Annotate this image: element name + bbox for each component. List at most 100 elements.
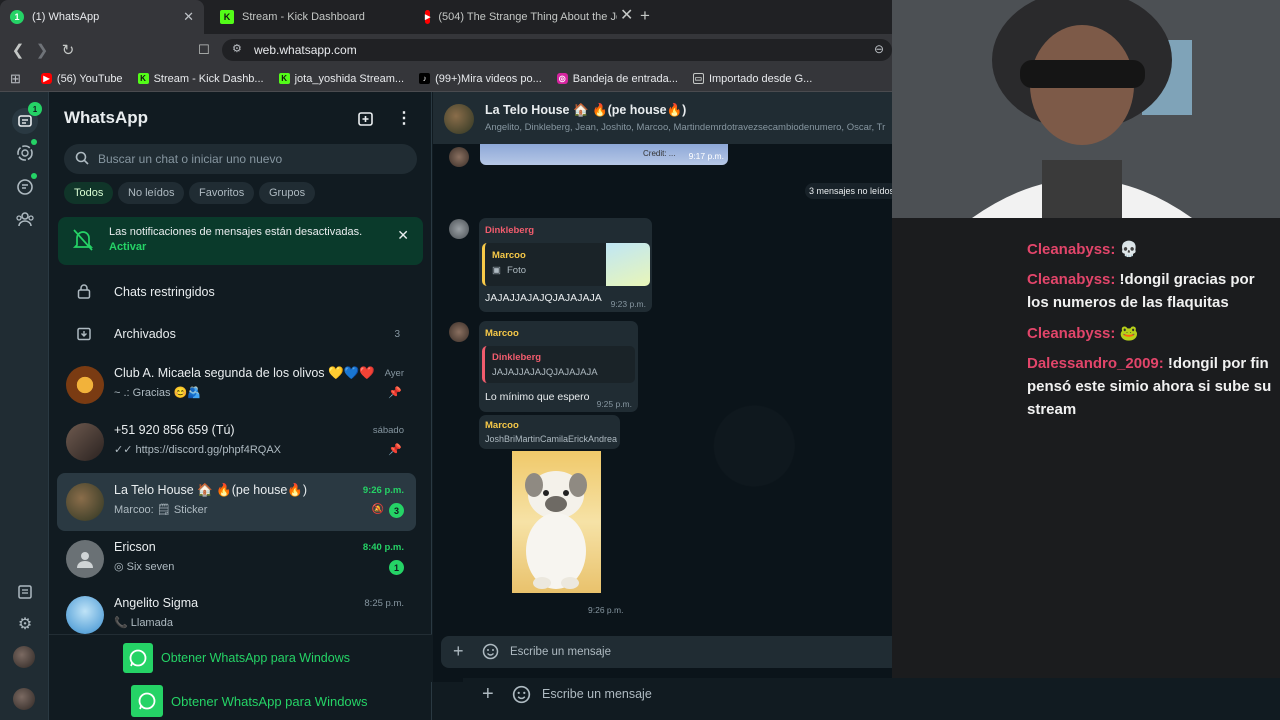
message-composer-duplicate[interactable]: + Escribe un mensaje	[463, 678, 1280, 712]
webcam-feed	[892, 0, 1280, 218]
emoji-icon[interactable]	[512, 685, 531, 709]
attach-plus-icon[interactable]: +	[482, 684, 494, 704]
conversation-header[interactable]: La Telo House 🏠 🔥(pe house🔥) Angelito, D…	[433, 92, 892, 144]
tab-title: (1) WhatsApp	[32, 11, 100, 23]
bookmark-item[interactable]: K Stream - Kick Dashb...	[137, 72, 264, 85]
close-icon[interactable]: ✕	[397, 227, 409, 244]
unread-count-badge: 1	[28, 102, 42, 116]
zoom-icon[interactable]: ⊖	[874, 42, 884, 56]
quoted-text: Foto	[507, 265, 527, 276]
bookmark-item[interactable]: ▭ Importado desde G...	[692, 72, 813, 85]
message-time: 9:25 p.m.	[596, 399, 632, 409]
filter-favorites[interactable]: Favoritos	[189, 182, 255, 204]
tab-youtube-video[interactable]: ▶ (504) The Strange Thing About the Jo	[415, 0, 617, 34]
chat-time: Ayer	[384, 368, 404, 379]
group-avatar[interactable]	[444, 104, 474, 134]
chat-row-club[interactable]: Club A. Micaela segunda de los olivos 💛💙…	[57, 356, 416, 414]
message-time: 9:26 p.m.	[588, 605, 624, 615]
chat-name: Angelito Sigma	[114, 596, 199, 610]
emoji-icon[interactable]	[482, 643, 499, 665]
url-bar[interactable]: ⚙ web.whatsapp.com ⊖	[222, 39, 892, 61]
sticker-image[interactable]	[512, 451, 601, 593]
new-chat-icon[interactable]	[357, 110, 375, 128]
filter-all[interactable]: Todos	[64, 182, 114, 204]
bookmark-icon[interactable]: ☐	[194, 40, 214, 60]
search-placeholder: Buscar un chat o iniciar uno nuevo	[98, 152, 283, 166]
group-title: La Telo House 🏠 🔥(pe house🔥)	[485, 103, 687, 117]
reload-icon[interactable]: ↻	[58, 40, 78, 60]
chat-row-ericson[interactable]: Ericson ◎ Six seven 8:40 p.m. 1	[57, 530, 416, 588]
message-bubble[interactable]: Dinkleberg Marcoo ▣ Foto JAJAJJAJAJQJAJA…	[479, 218, 652, 312]
forward-icon[interactable]: ❯	[32, 40, 52, 60]
close-tab-icon[interactable]: ✕	[183, 9, 194, 25]
enable-notifications-link[interactable]: Activar	[109, 241, 146, 253]
bookmark-item[interactable]: ♪ (99+)Mira videos po...	[419, 73, 542, 85]
close-tab-icon[interactable]: ✕	[620, 8, 634, 24]
attach-plus-icon[interactable]: +	[453, 642, 464, 660]
stream-chat-message: Cleanabyss: 💀	[1027, 238, 1277, 261]
bookmark-item[interactable]: ▶ (56) YouTube	[40, 73, 123, 85]
new-tab-icon[interactable]: +	[640, 7, 656, 25]
url-text: web.whatsapp.com	[254, 43, 357, 57]
status-dot	[31, 139, 37, 145]
get-app-link[interactable]: Obtener WhatsApp para Windows	[123, 643, 350, 673]
sender-avatar	[449, 322, 469, 342]
filter-unread[interactable]: No leídos	[118, 182, 185, 204]
chat-row-angelito[interactable]: Angelito Sigma 📞 Llamada 8:25 p.m.	[57, 586, 416, 634]
quoted-message[interactable]: Dinkleberg JAJAJJAJAJQJAJAJAJA	[482, 346, 635, 383]
photo-icon: ▣	[492, 265, 501, 276]
quoted-message[interactable]: Marcoo ▣ Foto	[482, 243, 650, 286]
bookmark-label: Importado desde G...	[708, 72, 813, 85]
image-message[interactable]: Credit: ... 9:17 p.m.	[480, 144, 728, 165]
bookmark-item[interactable]: ◎ Bandeja de entrada...	[556, 73, 678, 85]
chat-row-self[interactable]: +51 920 856 659 (Tú) ✓✓ https://discord.…	[57, 413, 416, 471]
group-members: Angelito, Dinkleberg, Jean, Joshito, Mar…	[485, 122, 886, 133]
get-app-text: Obtener WhatsApp para Windows	[161, 651, 350, 665]
muted-icon: 🔕	[371, 504, 384, 515]
unread-badge: 1	[389, 560, 404, 575]
site-info-icon[interactable]: ⚙	[232, 42, 242, 55]
get-app-link-duplicate[interactable]: Obtener WhatsApp para Windows	[131, 685, 368, 717]
whatsapp-logo-icon	[123, 643, 153, 673]
tab-title: Stream - Kick Dashboard	[242, 11, 365, 23]
lock-icon	[77, 283, 91, 304]
message-text: JoshBriMartinCamilaErickAndrea	[485, 434, 618, 444]
settings-gear-icon[interactable]: ⚙	[13, 612, 37, 636]
chat-preview: 📞 Llamada	[114, 617, 173, 629]
profile-avatar[interactable]	[13, 688, 35, 710]
kick-icon: K	[278, 73, 290, 84]
bookmark-label: Stream - Kick Dashb...	[153, 72, 264, 85]
archive-icon	[77, 327, 91, 346]
media-icon[interactable]	[13, 580, 37, 604]
chat-time: sábado	[372, 425, 404, 436]
message-text: Lo mínimo que espero	[485, 391, 590, 403]
tab-whatsapp[interactable]: 1 (1) WhatsApp ✕	[0, 0, 204, 34]
chat-name: Ericson	[114, 540, 156, 554]
search-input[interactable]: Buscar un chat o iniciar uno nuevo	[64, 144, 417, 174]
message-bubble[interactable]: Marcoo Dinkleberg JAJAJJAJAJQJAJAJAJA Lo…	[479, 321, 638, 412]
pin-icon: 📌	[388, 444, 402, 456]
archived-row[interactable]: Archivados 3	[57, 319, 416, 351]
restricted-chats-row[interactable]: Chats restringidos	[57, 276, 416, 308]
profile-avatar[interactable]	[13, 646, 35, 668]
chat-time: 8:40 p.m.	[362, 542, 404, 553]
bookmark-item[interactable]: Kjota_yoshida Stream...	[278, 73, 404, 85]
archived-count: 3	[394, 329, 400, 340]
chat-username: Dalessandro_2009:	[1027, 355, 1164, 372]
chat-row-telo-house[interactable]: La Telo House 🏠 🔥(pe house🔥) Marcoo: 🗒 S…	[57, 473, 416, 531]
message-bubble[interactable]: Marcoo JoshBriMartinCamilaErickAndrea	[479, 415, 620, 449]
whatsapp-logo-icon	[131, 685, 163, 717]
get-app-text: Obtener WhatsApp para Windows	[171, 693, 368, 709]
quoted-sender: Marcoo	[492, 250, 526, 261]
apps-grid-icon[interactable]: ⊞	[10, 71, 21, 87]
default-avatar-icon	[66, 540, 104, 578]
message-time: 9:17 p.m.	[688, 151, 724, 161]
back-icon[interactable]: ❮	[8, 40, 28, 60]
message-sender: Marcoo	[485, 420, 519, 431]
tab-kick-dashboard[interactable]: K Stream - Kick Dashboard	[210, 0, 415, 34]
filter-groups[interactable]: Grupos	[259, 182, 316, 204]
avatar	[66, 483, 104, 521]
chat-name: +51 920 856 659 (Tú)	[114, 423, 235, 437]
communities-icon[interactable]	[13, 207, 37, 231]
menu-kebab-icon[interactable]: ⋮	[396, 110, 412, 128]
